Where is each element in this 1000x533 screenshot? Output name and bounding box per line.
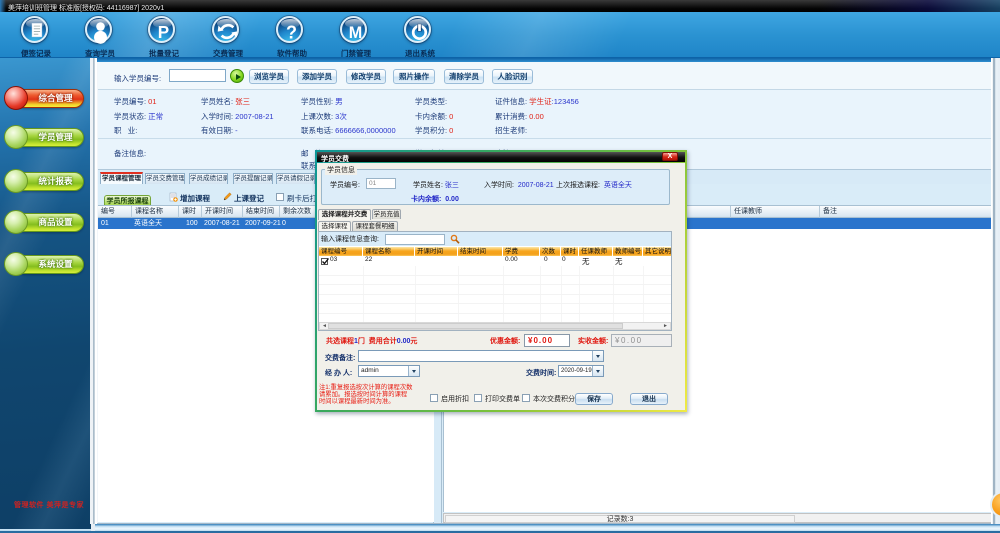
svg-text:?: ? — [286, 23, 297, 43]
svg-text:M: M — [349, 24, 362, 42]
svg-text:P: P — [158, 23, 169, 42]
